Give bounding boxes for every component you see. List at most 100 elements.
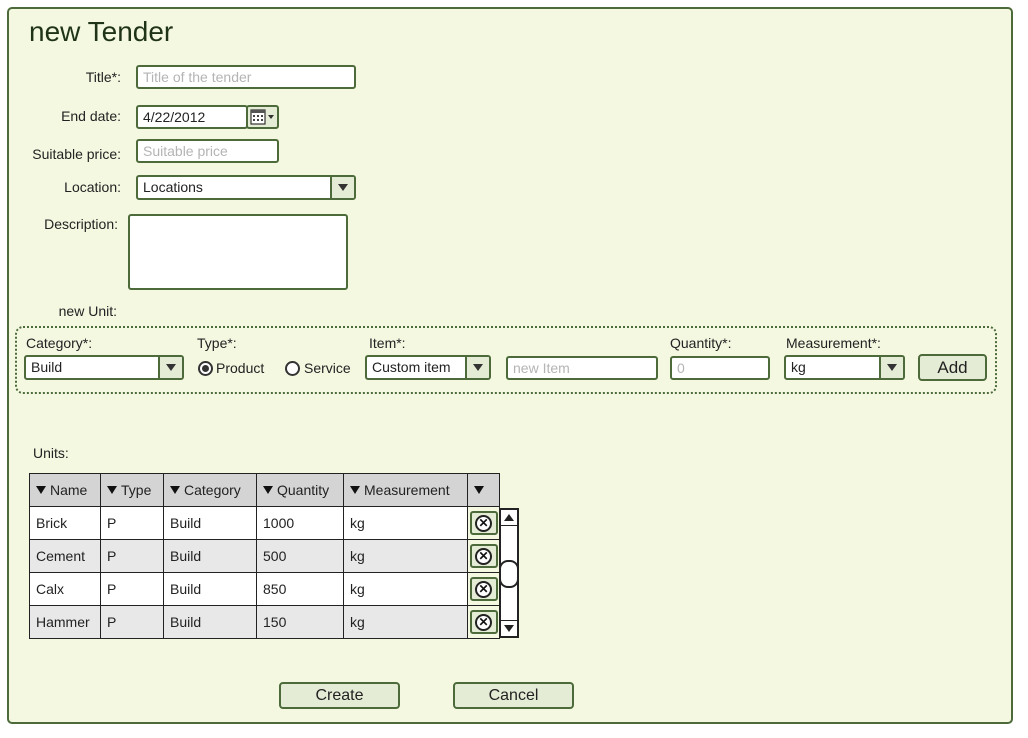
- type-product-radio[interactable]: [198, 361, 213, 376]
- delete-row-button[interactable]: ✕: [469, 544, 498, 568]
- item-select[interactable]: Custom item: [365, 355, 491, 380]
- end-date-value: 4/22/2012: [143, 109, 206, 125]
- remove-circle-icon: ✕: [475, 547, 492, 565]
- table-row[interactable]: Cement P Build 500 kg ✕: [29, 539, 500, 573]
- remove-circle-icon: ✕: [475, 514, 492, 532]
- cell-category: Build: [163, 539, 257, 573]
- table-row[interactable]: Hammer P Build 150 kg ✕: [29, 605, 500, 639]
- category-label: Category*:: [26, 335, 93, 351]
- suitable-price-label: Suitable price:: [32, 146, 121, 162]
- item-label: Item*:: [369, 335, 406, 351]
- sort-down-icon: [474, 486, 484, 495]
- column-header-label: Measurement: [364, 482, 450, 498]
- chevron-down-icon: [473, 364, 483, 371]
- units-label: Units:: [33, 445, 69, 461]
- cell-name: Hammer: [29, 605, 101, 639]
- location-select[interactable]: Locations: [136, 175, 356, 200]
- category-dropdown-button[interactable]: [158, 357, 182, 378]
- cell-measurement: kg: [343, 572, 468, 606]
- units-scrollbar[interactable]: [499, 508, 519, 638]
- quantity-input[interactable]: 0: [670, 356, 770, 380]
- radio-selected-dot: [202, 365, 209, 372]
- type-product-label: Product: [216, 360, 265, 376]
- cell-category: Build: [163, 605, 257, 639]
- description-textarea[interactable]: [128, 214, 348, 290]
- type-service-label: Service: [304, 360, 351, 376]
- table-row[interactable]: Calx P Build 850 kg ✕: [29, 572, 500, 606]
- add-unit-button[interactable]: Add: [918, 354, 987, 381]
- measurement-dropdown-button[interactable]: [879, 357, 903, 378]
- measurement-select[interactable]: kg: [784, 355, 905, 380]
- cell-quantity: 850: [256, 572, 344, 606]
- suitable-price-placeholder: Suitable price: [143, 143, 228, 159]
- end-date-label: End date:: [61, 108, 121, 124]
- column-header-name[interactable]: Name: [29, 473, 101, 507]
- item-dropdown-button[interactable]: [465, 357, 489, 378]
- sort-down-icon: [170, 486, 180, 495]
- new-unit-label: new Unit:: [58, 303, 117, 319]
- column-header-label: Type: [121, 482, 152, 498]
- chevron-down-icon: [887, 364, 897, 371]
- scroll-down-button[interactable]: [501, 620, 517, 636]
- location-label: Location:: [64, 179, 121, 195]
- new-item-input[interactable]: new Item: [506, 356, 658, 380]
- cell-actions: ✕: [467, 539, 500, 573]
- cancel-button[interactable]: Cancel: [453, 682, 574, 709]
- units-table: Name Type Category Quantity Measurement …: [29, 473, 500, 639]
- measurement-label: Measurement*:: [786, 335, 881, 351]
- category-select[interactable]: Build: [24, 355, 184, 380]
- sort-down-icon: [107, 486, 117, 495]
- scrollbar-thumb[interactable]: [499, 560, 519, 588]
- date-picker-button[interactable]: [246, 105, 279, 129]
- arrow-down-icon: [504, 625, 514, 632]
- cell-quantity: 150: [256, 605, 344, 639]
- column-header-measurement[interactable]: Measurement: [343, 473, 468, 507]
- item-value: Custom item: [372, 359, 451, 375]
- table-row[interactable]: Brick P Build 1000 kg ✕: [29, 506, 500, 540]
- end-date-input[interactable]: 4/22/2012: [136, 105, 248, 129]
- title-placeholder: Title of the tender: [143, 69, 252, 85]
- suitable-price-input[interactable]: Suitable price: [136, 139, 279, 163]
- location-value: Locations: [143, 179, 203, 195]
- cell-category: Build: [163, 506, 257, 540]
- delete-row-button[interactable]: ✕: [469, 511, 498, 535]
- title-label: Title*:: [85, 69, 121, 85]
- description-label: Description:: [44, 216, 118, 232]
- cell-type: P: [100, 539, 164, 573]
- column-header-actions[interactable]: [467, 473, 500, 507]
- cell-actions: ✕: [467, 506, 500, 540]
- measurement-value: kg: [791, 359, 806, 375]
- chevron-down-icon: [166, 364, 176, 371]
- cell-name: Brick: [29, 506, 101, 540]
- cell-name: Cement: [29, 539, 101, 573]
- type-service-radio[interactable]: [285, 361, 300, 376]
- category-value: Build: [31, 359, 63, 375]
- cell-actions: ✕: [467, 605, 500, 639]
- cell-type: P: [100, 572, 164, 606]
- column-header-quantity[interactable]: Quantity: [256, 473, 344, 507]
- remove-circle-icon: ✕: [475, 613, 492, 631]
- type-label: Type*:: [197, 335, 237, 351]
- cell-quantity: 1000: [256, 506, 344, 540]
- cell-measurement: kg: [343, 539, 468, 573]
- cell-type: P: [100, 605, 164, 639]
- delete-row-button[interactable]: ✕: [469, 577, 498, 601]
- cell-measurement: kg: [343, 506, 468, 540]
- quantity-label: Quantity*:: [670, 335, 732, 351]
- arrow-up-icon: [504, 514, 514, 521]
- cell-category: Build: [163, 572, 257, 606]
- column-header-category[interactable]: Category: [163, 473, 257, 507]
- cell-type: P: [100, 506, 164, 540]
- delete-row-button[interactable]: ✕: [469, 610, 498, 634]
- title-input[interactable]: Title of the tender: [136, 65, 356, 89]
- location-dropdown-button[interactable]: [330, 177, 354, 198]
- cell-name: Calx: [29, 572, 101, 606]
- create-button[interactable]: Create: [279, 682, 400, 709]
- column-header-type[interactable]: Type: [100, 473, 164, 507]
- column-header-label: Quantity: [277, 482, 330, 498]
- cell-measurement: kg: [343, 605, 468, 639]
- scroll-up-button[interactable]: [501, 510, 517, 526]
- remove-circle-icon: ✕: [475, 580, 492, 598]
- sort-down-icon: [263, 486, 273, 495]
- column-header-label: Name: [50, 482, 88, 498]
